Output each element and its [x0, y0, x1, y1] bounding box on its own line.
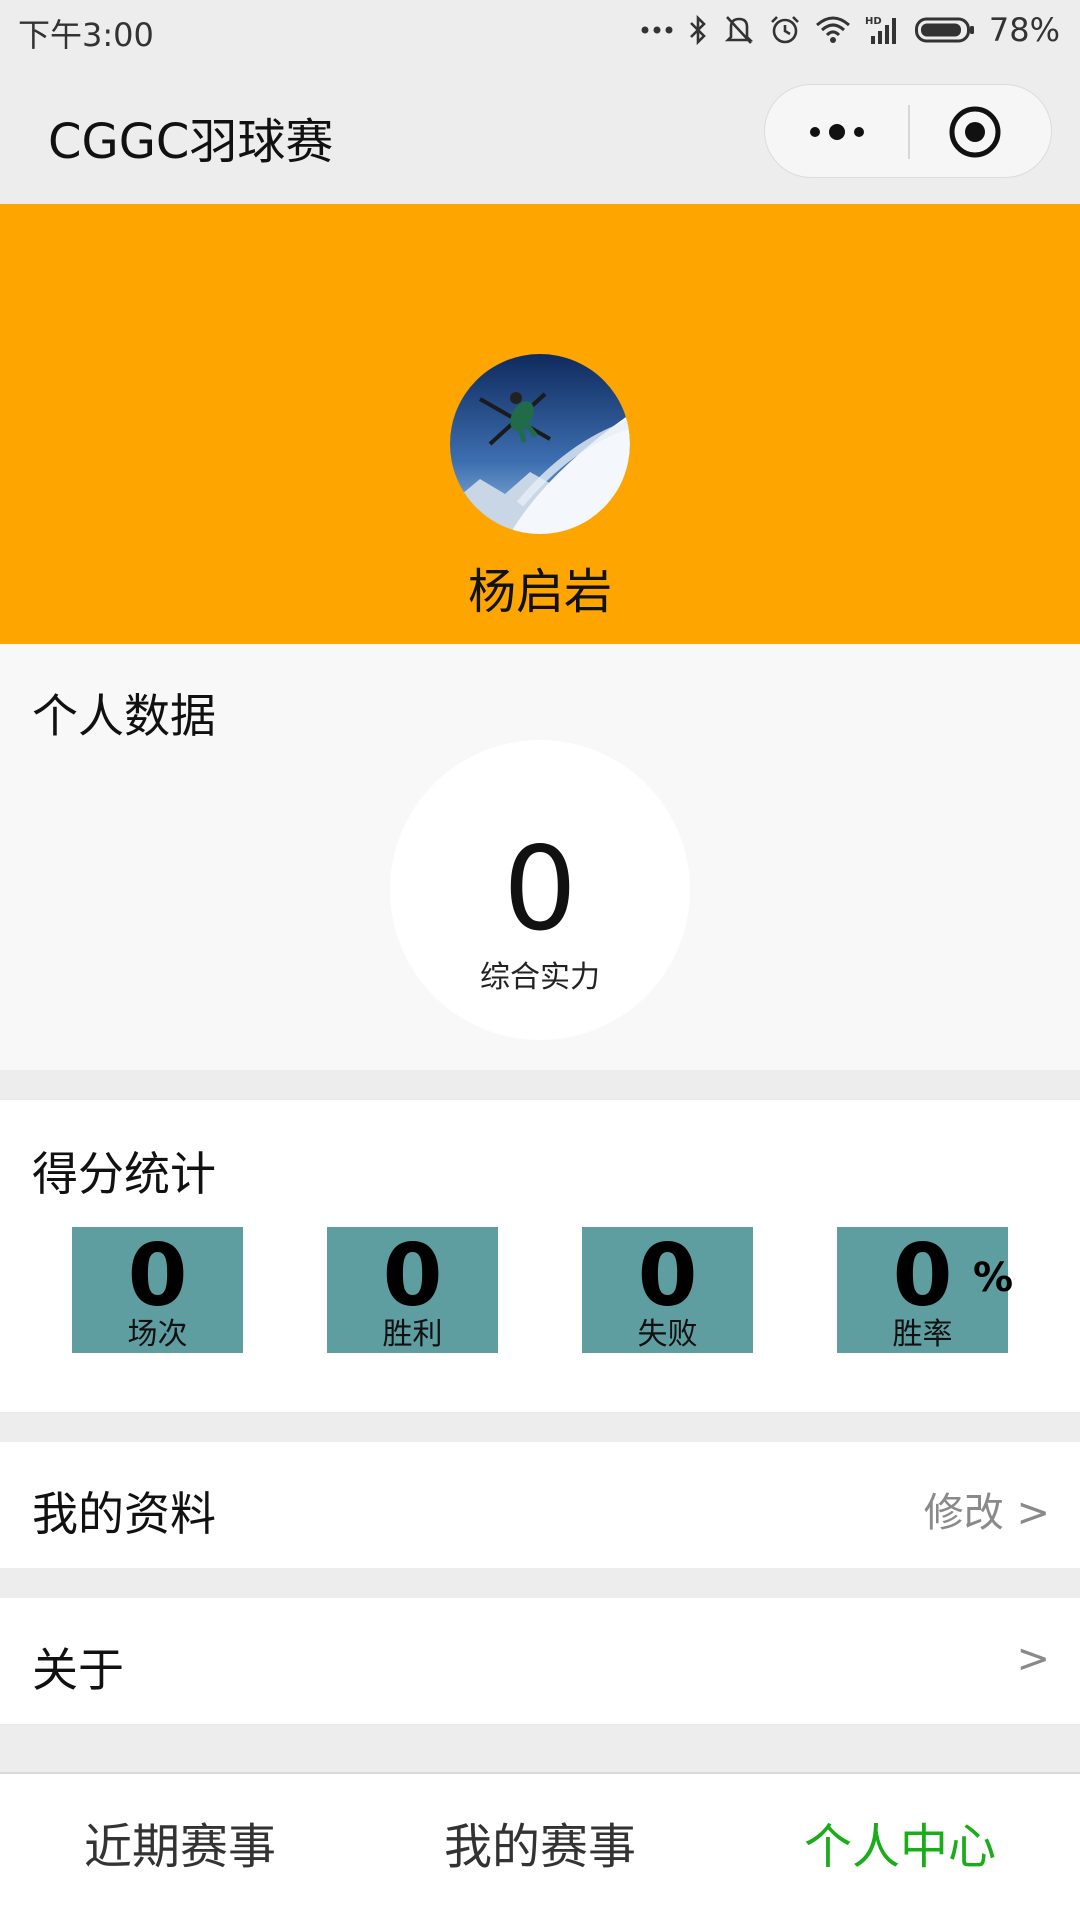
- personal-data-section: 个人数据 0 综合实力: [0, 644, 1080, 1070]
- about-row[interactable]: 关于 >: [0, 1598, 1080, 1724]
- avatar[interactable]: [450, 354, 630, 534]
- score-stats-section: 得分统计 0 场次 0 胜利 0 失败 0 % 胜率: [0, 1100, 1080, 1412]
- user-name: 杨启岩: [467, 564, 612, 620]
- nav-bar: CGGC羽球赛: [0, 62, 1080, 204]
- stat-matches: 0 场次: [72, 1227, 243, 1353]
- stat-value: 0: [637, 1226, 698, 1326]
- skier-photo-avatar: [450, 354, 630, 534]
- stat-value: 0: [127, 1226, 188, 1326]
- tab-bar: 近期赛事 我的赛事 个人中心: [0, 1772, 1080, 1920]
- stat-win-rate: 0 % 胜率: [837, 1227, 1013, 1353]
- page-title: CGGC羽球赛: [48, 114, 334, 170]
- more-icon[interactable]: [801, 108, 873, 156]
- tab-recent-events[interactable]: 近期赛事: [0, 1774, 360, 1920]
- personal-data-title: 个人数据: [32, 689, 216, 743]
- stat-losses: 0 失败: [582, 1227, 753, 1353]
- wifi-icon: [815, 15, 851, 45]
- bluetooth-icon: [687, 14, 709, 46]
- status-icons: HD 78%: [641, 8, 1060, 52]
- battery-percent: 78%: [988, 11, 1060, 49]
- tab-my-events[interactable]: 我的赛事: [360, 1774, 720, 1920]
- status-bar: 下午3:00 HD 78%: [0, 0, 1080, 62]
- stat-unit: %: [973, 1255, 1014, 1301]
- battery-icon: [914, 16, 975, 44]
- stat-label: 场次: [127, 1317, 188, 1352]
- stat-label: 胜率: [892, 1317, 953, 1352]
- about-label: 关于: [32, 1643, 124, 1697]
- alarm-icon: [769, 14, 801, 46]
- status-time: 下午3:00: [18, 16, 154, 54]
- more-dots-icon: [641, 25, 673, 35]
- svg-text:HD: HD: [865, 16, 882, 27]
- capsule-divider: [908, 105, 910, 159]
- strength-value: 0: [503, 822, 577, 957]
- stat-value: 0: [382, 1226, 443, 1326]
- stat-wins: 0 胜利: [327, 1227, 498, 1353]
- stat-label: 失败: [637, 1317, 698, 1352]
- my-profile-row[interactable]: 我的资料 修改 >: [0, 1442, 1080, 1568]
- stat-label: 胜利: [382, 1317, 443, 1352]
- menu-capsule: [764, 84, 1052, 178]
- strength-label: 综合实力: [480, 960, 600, 995]
- profile-header: 杨启岩: [0, 204, 1080, 644]
- score-stats-title: 得分统计: [32, 1147, 216, 1201]
- close-target-icon[interactable]: [945, 102, 1005, 162]
- tab-personal-center[interactable]: 个人中心: [720, 1774, 1080, 1920]
- chevron-right-icon: >: [1016, 1636, 1050, 1682]
- hd-signal-icon: HD: [865, 14, 901, 46]
- strength-circle: 0 综合实力: [390, 740, 690, 1040]
- edit-profile-link[interactable]: 修改 >: [924, 1480, 1050, 1538]
- mute-bell-icon: [723, 13, 755, 47]
- my-profile-label: 我的资料: [32, 1487, 216, 1541]
